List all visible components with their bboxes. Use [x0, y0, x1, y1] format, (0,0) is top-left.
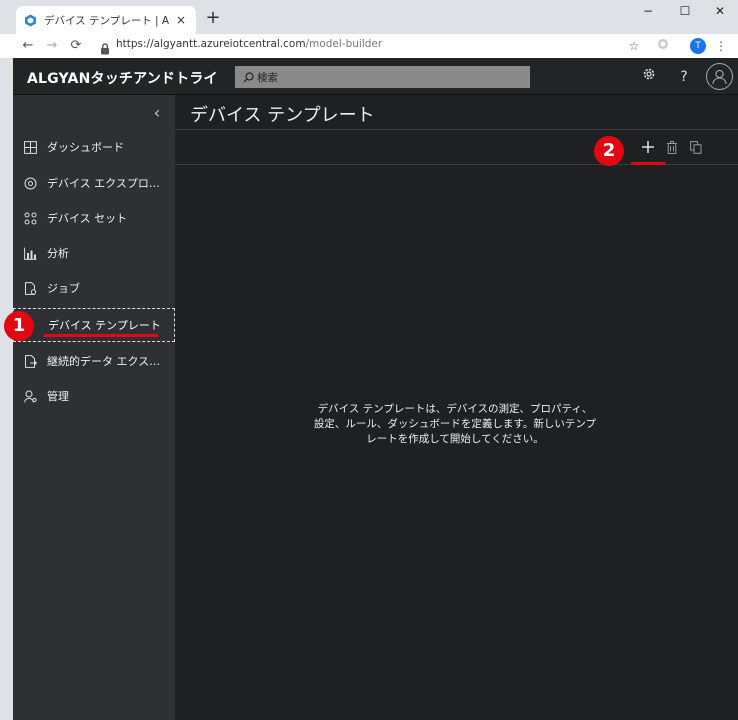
export-icon	[23, 354, 37, 368]
dashboard-icon	[23, 140, 37, 154]
sidebar-item-jobs[interactable]: ジョブ	[13, 273, 175, 303]
annotation-badge-2: 2	[594, 136, 624, 166]
sidebar-item-data-export[interactable]: 継続的データ エクスポ...	[13, 346, 175, 376]
sidebar-item-dashboard[interactable]: ダッシュボード	[13, 132, 175, 162]
sidebar-item-label: 分析	[47, 247, 69, 260]
search-placeholder: 検索	[257, 71, 278, 84]
device-explorer-icon	[23, 176, 37, 190]
delete-icon[interactable]	[664, 139, 680, 155]
lock-icon	[100, 40, 110, 59]
device-sets-icon	[23, 211, 37, 225]
annotation-underline-1	[44, 334, 158, 337]
sidebar-item-analytics[interactable]: 分析	[13, 238, 175, 268]
sidebar-item-label: デバイス テンプレート	[48, 319, 161, 332]
profile-avatar[interactable]: T	[690, 38, 706, 54]
url-path: /model-builder	[305, 38, 383, 50]
sidebar-item-label: ジョブ	[47, 282, 80, 295]
url-field[interactable]: https://algyantt.azureiotcentral.com/mod…	[116, 38, 382, 50]
page-title: デバイス テンプレート	[190, 105, 375, 126]
sidebar-item-admin[interactable]: 管理	[13, 381, 175, 411]
new-tab-button[interactable]: +	[203, 8, 223, 28]
maximize-button[interactable]: ☐	[667, 2, 703, 22]
back-button[interactable]: ←	[18, 36, 38, 56]
reload-button[interactable]: ⟳	[66, 36, 86, 56]
analytics-icon	[23, 246, 37, 260]
collapse-nav-icon[interactable]: ‹	[149, 103, 165, 122]
url-host: https://algyantt.azureiotcentral.com	[116, 38, 306, 50]
minimize-button[interactable]: −	[630, 2, 666, 22]
gear-icon[interactable]	[639, 67, 659, 87]
copy-icon[interactable]	[688, 139, 704, 155]
sidebar-item-device-sets[interactable]: デバイス セット	[13, 203, 175, 233]
add-icon[interactable]	[640, 139, 656, 155]
browser-tab[interactable]: デバイス テンプレート | ALGYANタッチ ×	[16, 6, 196, 34]
forward-button[interactable]: →	[42, 36, 62, 56]
empty-state-line: デバイス テンプレートは、デバイスの測定、プロパティ、	[317, 403, 593, 415]
empty-state-line: レートを作成して開始してください。	[366, 433, 544, 445]
tab-close-icon[interactable]: ×	[174, 13, 188, 27]
sidebar-item-label: 継続的データ エクスポ...	[47, 355, 165, 368]
sidebar-item-device-explorer[interactable]: デバイス エクスプロー...	[13, 168, 175, 198]
title-divider	[175, 129, 738, 130]
app-brand[interactable]: ALGYANタッチアンドトライ	[27, 68, 218, 88]
address-bar: ← → ⟳ https://algyantt.azureiotcentral.c…	[0, 34, 738, 58]
menu-icon[interactable]: ⋮	[712, 37, 730, 55]
star-icon[interactable]: ☆	[625, 37, 643, 55]
annotation-badge-1: 1	[4, 311, 34, 341]
extension-icon[interactable]	[654, 37, 672, 55]
left-nav: ‹ ダッシュボード デバイス エクスプロー... デバイス セット 分析 ジョブ…	[13, 95, 175, 720]
help-icon[interactable]: ?	[674, 67, 694, 87]
jobs-icon	[23, 281, 37, 295]
iot-central-app: ALGYANタッチアンドトライ 検索 ? ‹ ダッシュボード デバイス エクスプ…	[13, 58, 738, 720]
empty-state-line: 設定、ルール、ダッシュボードを定義します。新しいテンプ	[313, 418, 597, 430]
close-window-button[interactable]: ✕	[702, 2, 738, 22]
sidebar-item-label: デバイス エクスプロー...	[47, 177, 165, 190]
main-content: デバイス テンプレート デバイス テンプレートは、デバイスの測定、プロパティ、 …	[175, 95, 738, 720]
admin-icon	[23, 389, 37, 403]
tab-title: デバイス テンプレート | ALGYANタッチ	[44, 14, 170, 27]
search-input[interactable]: 検索	[235, 66, 530, 88]
search-icon	[243, 68, 254, 87]
iot-central-favicon-icon	[24, 14, 37, 27]
account-icon[interactable]	[706, 63, 733, 90]
sidebar-item-label: ダッシュボード	[47, 141, 124, 154]
browser-tab-bar: デバイス テンプレート | ALGYANタッチ × + − ☐ ✕	[0, 0, 738, 34]
annotation-underline-2	[631, 162, 665, 165]
empty-state-message: デバイス テンプレートは、デバイスの測定、プロパティ、 設定、ルール、ダッシュボ…	[305, 402, 605, 447]
sidebar-item-label: デバイス セット	[47, 212, 128, 225]
app-header: ALGYANタッチアンドトライ 検索 ?	[13, 58, 738, 95]
sidebar-item-label: 管理	[47, 390, 69, 403]
